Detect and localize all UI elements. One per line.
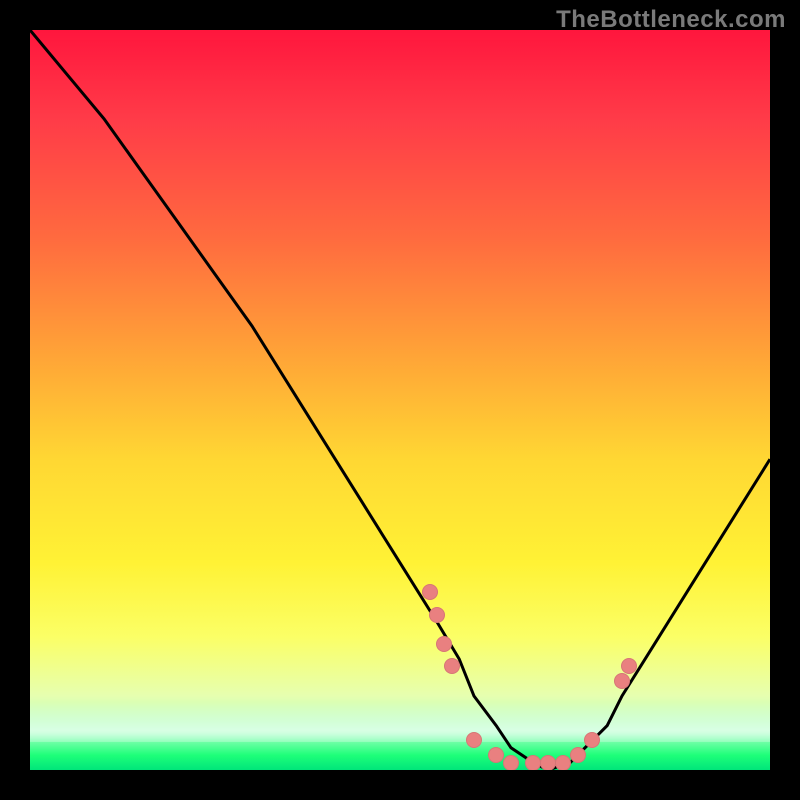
- watermark-text: TheBottleneck.com: [556, 6, 786, 34]
- data-point: [422, 584, 438, 600]
- data-point: [570, 747, 586, 763]
- data-point: [555, 755, 571, 770]
- curve-path: [30, 30, 770, 770]
- data-point: [525, 755, 541, 770]
- data-point: [429, 607, 445, 623]
- chart-frame: TheBottleneck.com: [0, 0, 800, 800]
- bottleneck-curve: [30, 30, 770, 770]
- data-point: [540, 755, 556, 770]
- plot-area: [30, 30, 770, 770]
- data-point: [503, 755, 519, 770]
